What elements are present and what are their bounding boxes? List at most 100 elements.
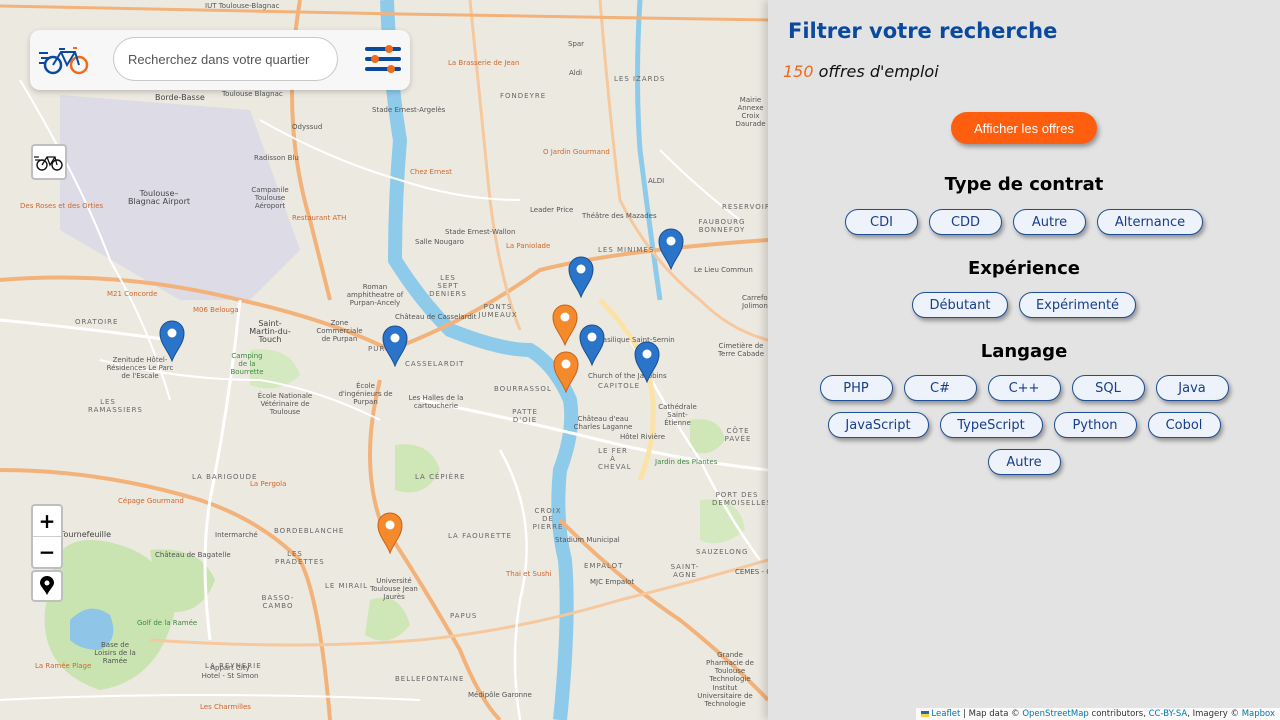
job-marker-blue[interactable]: [634, 341, 660, 383]
map-label: Appart City Hotel - St Simon: [201, 664, 259, 680]
filter-menu-icon[interactable]: [363, 43, 403, 75]
offers-count-text: offres d'emploi: [813, 62, 939, 81]
map-label: Tournefeuille: [60, 530, 112, 539]
map-label: Château d'eau Charles Laganne: [573, 415, 633, 431]
contract-type-title: Type de contrat: [944, 174, 1104, 195]
filter-chip-cpp[interactable]: C++: [987, 375, 1061, 401]
filter-chip-typescript[interactable]: TypeScript: [939, 412, 1043, 438]
zoom-in-button[interactable]: +: [33, 506, 61, 536]
leaflet-link[interactable]: Leaflet: [931, 709, 960, 719]
map-attribution: Leaflet | Map data © OpenStreetMap contr…: [915, 708, 1280, 720]
filter-chip-autre-langage[interactable]: Autre: [987, 449, 1061, 475]
job-marker-blue[interactable]: [579, 324, 605, 366]
filter-chip-javascript[interactable]: JavaScript: [827, 412, 929, 438]
map-label: LES RAMASSIERS: [88, 398, 143, 414]
bike-logo-icon: [39, 47, 89, 75]
filter-chip-experimente[interactable]: Expérimenté: [1019, 292, 1136, 318]
map-label: Le Lieu Commun: [694, 266, 753, 274]
experience-title: Expérience: [968, 258, 1080, 279]
map-label: Roman amphitheatre of Purpan-Ancely: [346, 283, 404, 307]
zoom-out-button[interactable]: −: [33, 536, 61, 567]
map-label: La Pergola: [250, 480, 287, 488]
map-label: LES MINIMES: [598, 246, 655, 254]
map-label: La Ramée Plage: [35, 662, 92, 670]
filter-chip-csharp[interactable]: C#: [903, 375, 977, 401]
offers-count-line: 150 offres d'emploi: [783, 62, 939, 81]
filter-chip-cobol[interactable]: Cobol: [1147, 412, 1221, 438]
map-label: La Brasserie de Jean: [448, 59, 520, 67]
filter-chip-debutant[interactable]: Débutant: [912, 292, 1008, 318]
map-label: École Nationale Vétérinaire de Toulouse: [257, 392, 313, 416]
map-label: BOURRASSOL: [494, 385, 552, 393]
map-label: Salle Nougaro: [415, 238, 464, 246]
map-label: Restaurant ATH: [292, 214, 347, 222]
map-label: Toulouse Blagnac: [222, 90, 283, 98]
map-label: Grande Pharmacie de Toulouse Technologie: [706, 651, 754, 683]
map-label: Des Roses et des Orties: [20, 202, 104, 210]
map-label: Odyssud: [292, 123, 323, 131]
map-label: Campanile Toulouse Aéroport: [251, 186, 289, 210]
map-label: LA CÉPIÈRE: [415, 473, 466, 481]
map-label: Aldi: [569, 69, 583, 77]
map-label: LA BARIGOUDE: [192, 473, 258, 481]
map[interactable]: IUT Toulouse-Blagnac Borde-Basse Toulous…: [0, 0, 768, 720]
map-label: PONTS JUMEAUX: [478, 303, 518, 319]
map-label: Camping de la Bourrette: [230, 352, 264, 376]
contract-type-options: CDI CDD Autre Alternance: [768, 209, 1280, 235]
map-label: Université Toulouse Jean Jaurès: [370, 577, 418, 601]
mapbox-link[interactable]: Mapbox: [1242, 709, 1275, 719]
map-label: EMPALOT: [584, 562, 624, 570]
job-marker-blue[interactable]: [159, 320, 185, 362]
filter-chip-alternance[interactable]: Alternance: [1097, 209, 1203, 235]
map-label: LES SEPT DENIERS: [429, 274, 467, 298]
map-label: Théâtre des Mazades: [582, 212, 657, 220]
map-label: Les Halles de la cartoucherie: [408, 394, 464, 410]
map-label: École d'ingénieurs de Purpan: [338, 382, 393, 406]
job-marker-blue[interactable]: [658, 228, 684, 270]
map-label: Institut Universitaire de Technologie: [697, 684, 753, 708]
panel-title: Filtrer votre recherche: [788, 19, 1058, 43]
filter-chip-java[interactable]: Java: [1155, 375, 1229, 401]
locate-button[interactable]: [31, 570, 63, 602]
job-marker-blue[interactable]: [382, 325, 408, 367]
map-label: IUT Toulouse-Blagnac: [205, 2, 280, 10]
attribution-text: contributors,: [1088, 709, 1149, 719]
filter-chip-cdi[interactable]: CDI: [845, 209, 918, 235]
language-options-row-3: Autre: [768, 449, 1280, 475]
filter-chip-python[interactable]: Python: [1053, 412, 1137, 438]
map-label: FONDEYRE: [500, 92, 547, 100]
map-label: Zone Commerciale de Purpan: [316, 319, 363, 343]
bike-layer-button[interactable]: [31, 144, 67, 180]
map-label: LE FER À CHEVAL: [598, 447, 632, 471]
map-label: FAUBOURG BONNEFOY: [698, 218, 746, 234]
attribution-text: , Imagery ©: [1187, 709, 1242, 719]
map-label: CÔTE PAVÉE: [724, 427, 752, 443]
filter-chip-php[interactable]: PHP: [819, 375, 893, 401]
map-label: ORATOIRE: [75, 318, 119, 326]
bike-icon: [34, 156, 63, 171]
map-label: LA FAOURETTE: [448, 532, 512, 540]
job-marker-orange[interactable]: [552, 304, 578, 346]
zoom-control: + −: [31, 504, 63, 569]
map-label: Golf de la Ramée: [137, 619, 198, 627]
job-marker-orange[interactable]: [553, 351, 579, 393]
job-marker-orange[interactable]: [377, 512, 403, 554]
map-label: LE MIRAIL: [325, 582, 368, 590]
location-pin-icon: [40, 576, 54, 595]
filter-chip-cdd[interactable]: CDD: [929, 209, 1002, 235]
osm-link[interactable]: OpenStreetMap: [1022, 709, 1088, 719]
filter-chip-sql[interactable]: SQL: [1071, 375, 1145, 401]
map-label: Médipôle Garonne: [468, 691, 532, 699]
search-input[interactable]: [113, 37, 338, 81]
map-label: La Paniolade: [506, 242, 551, 250]
license-link[interactable]: CC-BY-SA: [1149, 709, 1188, 719]
filter-chip-autre[interactable]: Autre: [1013, 209, 1086, 235]
map-label: CAPITOLE: [598, 382, 641, 390]
job-marker-blue[interactable]: [568, 256, 594, 298]
map-label: PATTE D'OIE: [512, 408, 538, 424]
map-label: Saint-Martin-du-Touch: [249, 319, 291, 344]
leaflet-flag-icon: [920, 710, 929, 717]
show-offers-button[interactable]: Afficher les offres: [951, 112, 1097, 144]
map-label: Cimetière de Terre Cabade: [717, 342, 765, 358]
map-label: M21 Concorde: [107, 290, 158, 298]
